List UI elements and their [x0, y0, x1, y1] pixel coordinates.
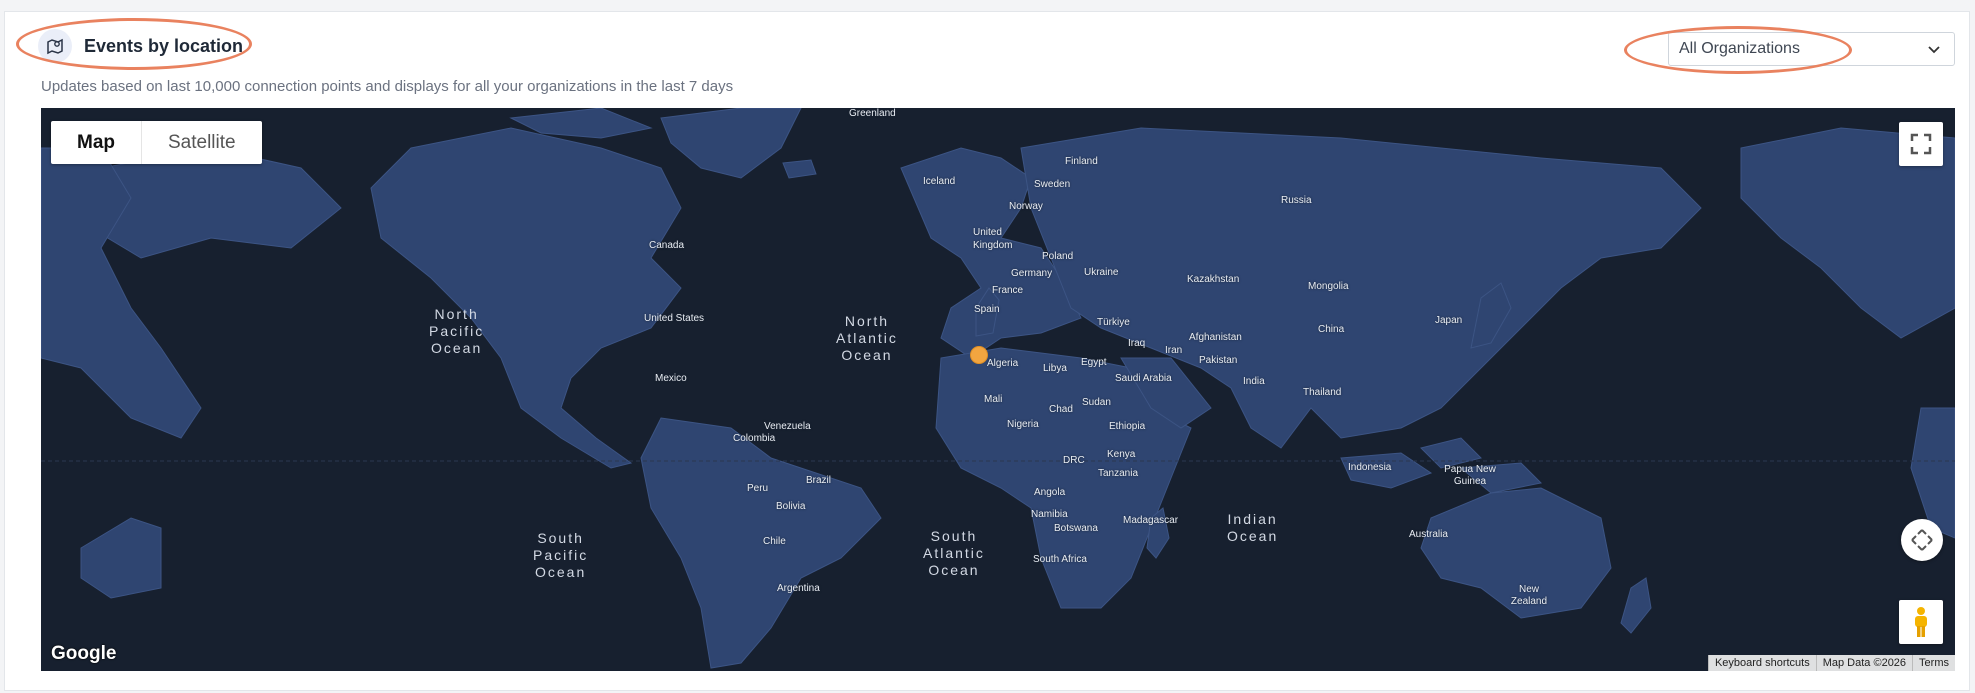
map-type-satellite-button[interactable]: Satellite	[141, 121, 262, 164]
fullscreen-icon	[1910, 133, 1932, 155]
country-label: Canada	[649, 240, 685, 251]
country-label: Madagascar	[1123, 515, 1179, 526]
country-label: Peru	[747, 483, 769, 494]
camera-move-icon	[1911, 529, 1933, 551]
country-label: Namibia	[1031, 509, 1068, 520]
country-label: DRC	[1063, 455, 1085, 466]
world-map[interactable]: Map Satellite Google Keyboard shortcuts …	[41, 108, 1955, 671]
country-label: India	[1243, 376, 1265, 387]
country-label: Papua New Guinea	[1444, 464, 1496, 487]
country-label: South Africa	[1033, 554, 1087, 565]
chevron-down-icon	[1926, 41, 1942, 62]
camera-control-button[interactable]	[1901, 519, 1943, 561]
country-label: Indonesia	[1348, 462, 1392, 473]
country-label: Thailand	[1303, 387, 1342, 398]
country-label: France	[992, 285, 1024, 296]
map-data-text: Map Data ©2026	[1815, 655, 1913, 671]
country-label: Russia	[1281, 195, 1312, 206]
keyboard-shortcuts-link[interactable]: Keyboard shortcuts	[1707, 655, 1816, 671]
card-title: Events by location	[84, 35, 244, 56]
country-label: Iran	[1165, 345, 1183, 356]
country-label: Bolivia	[776, 501, 806, 512]
terms-link[interactable]: Terms	[1912, 655, 1955, 671]
country-label: Algeria	[987, 358, 1019, 369]
country-label: Germany	[1011, 268, 1053, 279]
country-label: Türkiye	[1097, 317, 1130, 328]
country-label: Iceland	[923, 176, 956, 187]
country-label: Saudi Arabia	[1115, 373, 1172, 384]
country-label: Finland	[1065, 156, 1098, 167]
street-view-pegman-button[interactable]	[1899, 600, 1943, 644]
country-label: Colombia	[733, 433, 776, 444]
country-label: Tanzania	[1098, 468, 1139, 479]
google-logo: Google	[51, 643, 117, 664]
country-label: Botswana	[1054, 523, 1098, 534]
fullscreen-button[interactable]	[1899, 122, 1943, 166]
country-label: China	[1318, 324, 1345, 335]
ocean-label: South Atlantic Ocean	[923, 528, 985, 578]
country-label: Chile	[763, 536, 786, 547]
country-label: Iraq	[1128, 338, 1146, 349]
map-type-control: Map Satellite	[51, 121, 262, 164]
country-label: Mali	[984, 394, 1003, 405]
country-label: Afghanistan	[1189, 332, 1242, 343]
map-type-map-button[interactable]: Map	[51, 121, 141, 164]
country-label: Brazil	[806, 475, 832, 486]
country-label: Venezuela	[764, 421, 811, 432]
map-land-shapes	[41, 108, 1955, 669]
country-label: Kazakhstan	[1187, 274, 1240, 285]
map-location-icon	[38, 29, 72, 63]
country-label: Argentina	[777, 583, 820, 594]
country-label: Ethiopia	[1109, 421, 1146, 432]
country-label: Poland	[1042, 251, 1074, 262]
country-label: Sudan	[1082, 397, 1111, 408]
country-label: Japan	[1435, 315, 1463, 326]
country-label: Mexico	[655, 373, 687, 384]
country-label: Egypt	[1081, 357, 1107, 368]
ocean-label: South Pacific Ocean	[533, 530, 589, 580]
card-subtitle: Updates based on last 10,000 connection …	[41, 78, 734, 95]
country-label: Libya	[1043, 363, 1067, 374]
organization-select-value: All Organizations	[1679, 40, 1800, 57]
country-label: Greenland	[849, 108, 896, 119]
ocean-label: North Atlantic Ocean	[836, 313, 898, 363]
country-label: Chad	[1049, 404, 1073, 415]
pegman-icon	[1915, 607, 1927, 637]
card-header: Events by location	[28, 24, 248, 68]
country-label: Norway	[1009, 201, 1043, 212]
country-label: United States	[644, 313, 705, 324]
ocean-label: Indian Ocean	[1227, 511, 1279, 544]
country-label: Pakistan	[1199, 355, 1238, 366]
country-label: Australia	[1409, 529, 1448, 540]
country-label: Angola	[1034, 487, 1066, 498]
country-label: Kenya	[1107, 449, 1136, 460]
country-label: United Kingdom	[973, 227, 1013, 251]
organization-select[interactable]: All Organizations	[1668, 32, 1955, 66]
ocean-label: North Pacific Ocean	[429, 306, 485, 356]
country-label: Mongolia	[1308, 281, 1349, 292]
event-location-marker[interactable]	[970, 346, 988, 364]
country-label: New Zealand	[1510, 584, 1548, 607]
map-attribution: Keyboard shortcuts Map Data ©2026 Terms	[1707, 655, 1955, 671]
country-label: Sweden	[1034, 179, 1071, 190]
country-label: Spain	[974, 304, 1000, 315]
country-label: Nigeria	[1007, 419, 1039, 430]
country-label: Ukraine	[1084, 267, 1119, 278]
